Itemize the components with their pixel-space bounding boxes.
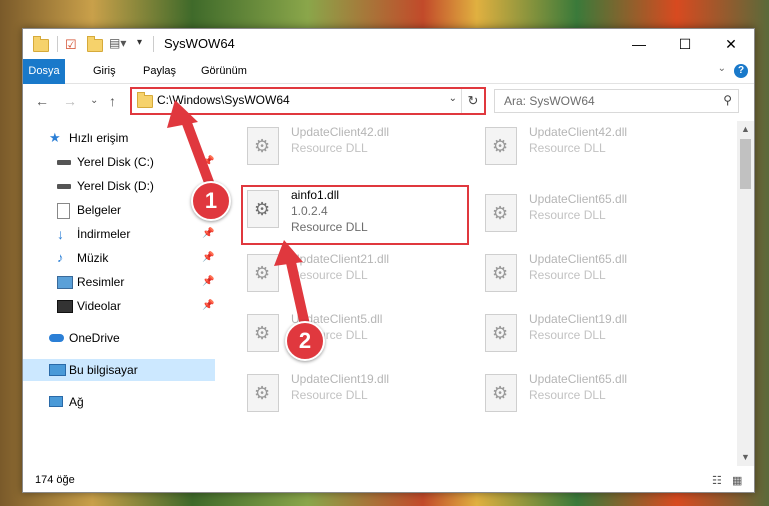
callout-badge-1: 1 [191, 181, 231, 221]
arrow-1 [167, 100, 215, 190]
callout-badge-2: 2 [285, 321, 325, 361]
callout-arrows [167, 100, 310, 330]
arrow-2 [274, 240, 310, 330]
